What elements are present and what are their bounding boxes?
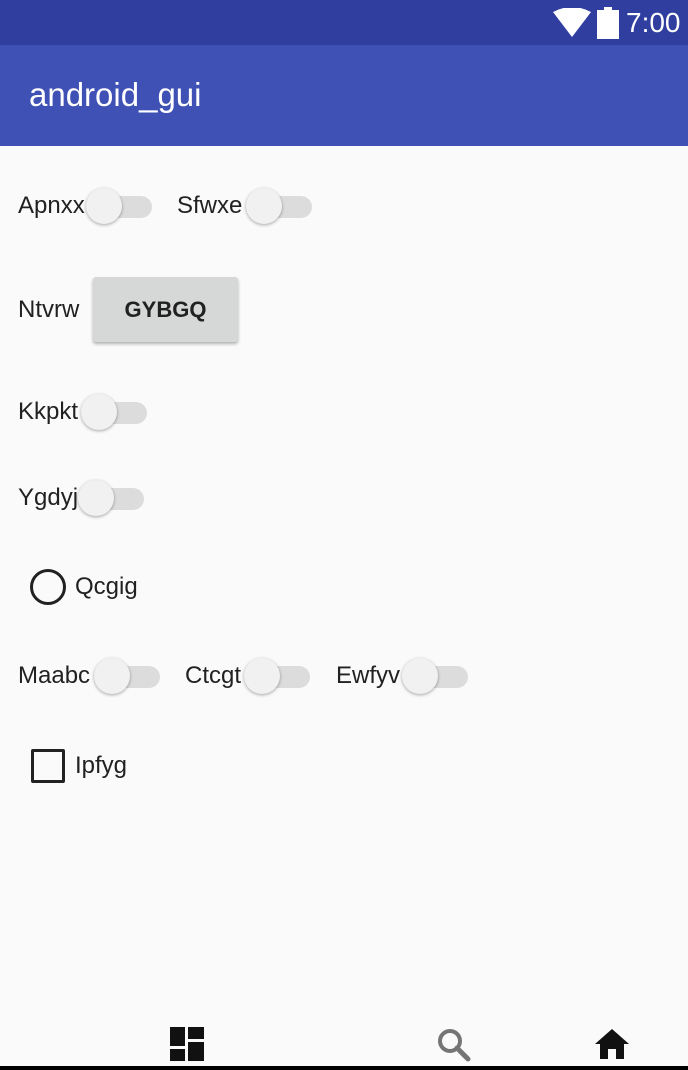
switch-ctcgt[interactable] <box>244 656 312 696</box>
switch-apnxx-label: Apnxx <box>18 192 85 219</box>
dashboard-icon[interactable] <box>170 1027 204 1061</box>
radio-qcgig[interactable] <box>30 569 66 605</box>
wifi-icon <box>553 8 591 37</box>
bottom-navigation <box>0 1020 688 1070</box>
gybgq-button[interactable]: GYBGQ <box>93 277 238 342</box>
switch-ygdyj[interactable] <box>78 478 146 518</box>
battery-icon <box>597 7 619 39</box>
home-icon[interactable] <box>594 1027 630 1061</box>
checkbox-ipfyg[interactable] <box>31 749 65 783</box>
switch-thumb <box>86 188 122 224</box>
switch-sfwxe[interactable] <box>246 186 314 226</box>
content-area: Apnxx Sfwxe Ntvrw GYBGQ Kkpkt Ygdyj Qcgi… <box>0 146 688 1020</box>
switch-ctcgt-label: Ctcgt <box>185 662 242 689</box>
switch-thumb <box>402 658 438 694</box>
switch-thumb <box>78 480 114 516</box>
switch-maabc-label: Maabc <box>18 662 91 689</box>
switch-thumb <box>246 188 282 224</box>
app-bar: android_gui <box>0 45 688 146</box>
switch-apnxx[interactable] <box>86 186 154 226</box>
switch-thumb <box>244 658 280 694</box>
button-row-label: Ntvrw <box>18 296 80 323</box>
switch-ewfyv-label: Ewfyv <box>336 662 401 689</box>
switch-thumb <box>81 394 117 430</box>
switch-ewfyv[interactable] <box>402 656 470 696</box>
search-icon[interactable] <box>437 1028 471 1062</box>
app-title: android_gui <box>29 76 202 113</box>
status-bar: 7:00 <box>0 0 688 45</box>
status-time: 7:00 <box>626 7 681 38</box>
switch-ygdyj-label: Ygdyj <box>18 484 79 511</box>
checkbox-ipfyg-label[interactable]: Ipfyg <box>75 752 127 780</box>
switch-maabc[interactable] <box>94 656 162 696</box>
switch-kkpkt[interactable] <box>81 392 149 432</box>
switch-thumb <box>94 658 130 694</box>
nav-bottom-bar <box>0 1066 688 1070</box>
radio-qcgig-label[interactable]: Qcgig <box>75 573 138 601</box>
switch-kkpkt-label: Kkpkt <box>18 398 79 425</box>
switch-sfwxe-label: Sfwxe <box>177 192 243 219</box>
